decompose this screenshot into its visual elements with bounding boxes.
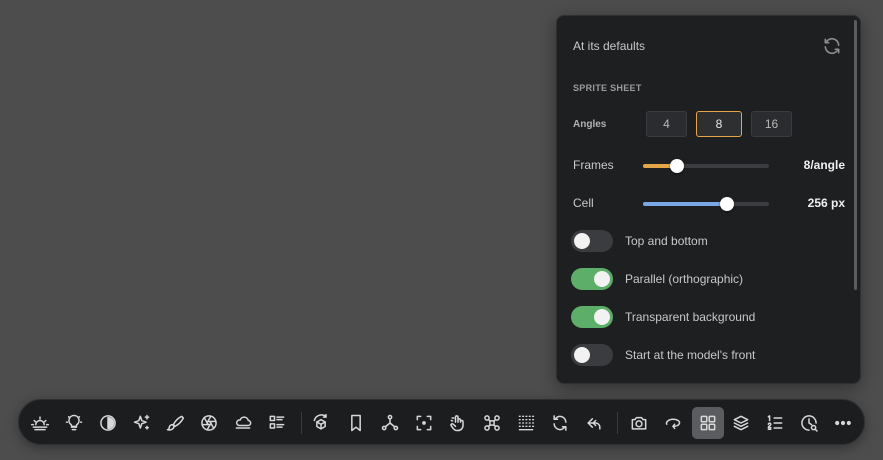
toggle-label-start-at-front: Start at the model's front	[625, 348, 756, 362]
nodes-button[interactable]	[374, 407, 406, 439]
lightbulb-button[interactable]	[58, 407, 90, 439]
sunrise-icon	[30, 416, 50, 431]
bookmark-icon	[351, 414, 361, 432]
reset-button[interactable]	[821, 35, 843, 57]
toggle-label-parallel: Parallel (orthographic)	[625, 272, 744, 286]
frames-value: 8/angle	[803, 158, 845, 172]
aperture-icon	[201, 415, 217, 431]
angles-option-4[interactable]: 4	[646, 111, 687, 137]
panel-scrollbar[interactable]	[854, 20, 857, 290]
aperture-button[interactable]	[193, 407, 225, 439]
cell-slider-thumb[interactable]	[720, 197, 735, 211]
orbit-button[interactable]	[657, 407, 689, 439]
list-grid-button[interactable]	[261, 407, 293, 439]
hand-pointer-icon	[450, 415, 464, 432]
toggle-transparent-background[interactable]	[571, 306, 613, 328]
numbered-list-button[interactable]	[759, 407, 791, 439]
cell-slider-fill	[643, 202, 728, 206]
angles-label: Angles	[573, 119, 607, 130]
camera-icon	[631, 416, 647, 430]
layers-icon	[733, 415, 749, 431]
cube-rotate-icon	[313, 413, 327, 430]
grid-icon	[700, 415, 716, 431]
dotted-grid-button[interactable]	[510, 407, 542, 439]
toggle-top-and-bottom[interactable]	[571, 230, 613, 252]
section-title: SPRITE SHEET	[573, 83, 642, 93]
more-button[interactable]	[827, 407, 859, 439]
camera-button[interactable]	[623, 407, 655, 439]
cloud-icon	[235, 416, 252, 429]
list-grid-icon	[269, 415, 285, 429]
sprite-sheet-panel: At its defaults SPRITE SHEET Angles 4 8 …	[556, 15, 861, 384]
clock-search-button[interactable]	[793, 407, 825, 439]
sunrise-button[interactable]	[24, 407, 56, 439]
focus-button[interactable]	[408, 407, 440, 439]
dotted-grid-icon	[518, 415, 535, 431]
more-icon	[835, 420, 851, 426]
angles-option-8[interactable]: 8	[696, 111, 742, 137]
contrast-icon	[100, 415, 116, 431]
cell-label: Cell	[573, 196, 594, 210]
lightbulb-icon	[65, 414, 83, 431]
nodes-icon	[381, 414, 399, 431]
undo-arrow-icon	[587, 418, 601, 430]
frames-slider-thumb[interactable]	[670, 159, 685, 173]
drone-icon	[484, 415, 500, 431]
panel-status: At its defaults	[573, 39, 646, 53]
cloud-button[interactable]	[227, 407, 259, 439]
numbered-list-icon	[767, 415, 783, 430]
cell-value: 256 px	[807, 196, 845, 210]
contrast-button[interactable]	[92, 407, 124, 439]
sparkles-icon	[133, 414, 150, 430]
toggle-start-at-front[interactable]	[571, 344, 613, 366]
grid-button[interactable]	[692, 407, 724, 439]
toggle-label-transparent-background: Transparent background	[625, 310, 756, 324]
drone-button[interactable]	[476, 407, 508, 439]
toggle-label-top-and-bottom: Top and bottom	[625, 234, 708, 248]
brush-icon	[166, 415, 185, 431]
toolbar-separator	[617, 412, 618, 434]
bottom-toolbar	[18, 399, 865, 445]
undo-arrow-button[interactable]	[578, 407, 610, 439]
cell-slider[interactable]	[643, 197, 769, 211]
focus-icon	[416, 415, 432, 431]
toolbar-separator	[301, 412, 302, 434]
angles-option-16[interactable]: 16	[751, 111, 792, 137]
layers-button[interactable]	[725, 407, 757, 439]
hand-pointer-button[interactable]	[442, 407, 474, 439]
refresh-icon	[553, 415, 567, 431]
clock-search-icon	[801, 415, 818, 432]
brush-button[interactable]	[159, 407, 191, 439]
orbit-icon	[665, 418, 681, 430]
bookmark-button[interactable]	[340, 407, 372, 439]
sparkles-button[interactable]	[126, 407, 158, 439]
cube-rotate-button[interactable]	[305, 407, 337, 439]
toggle-parallel[interactable]	[571, 268, 613, 290]
frames-label: Frames	[573, 158, 614, 172]
frames-slider[interactable]	[643, 159, 769, 173]
reset-icon	[824, 37, 840, 55]
refresh-button[interactable]	[544, 407, 576, 439]
